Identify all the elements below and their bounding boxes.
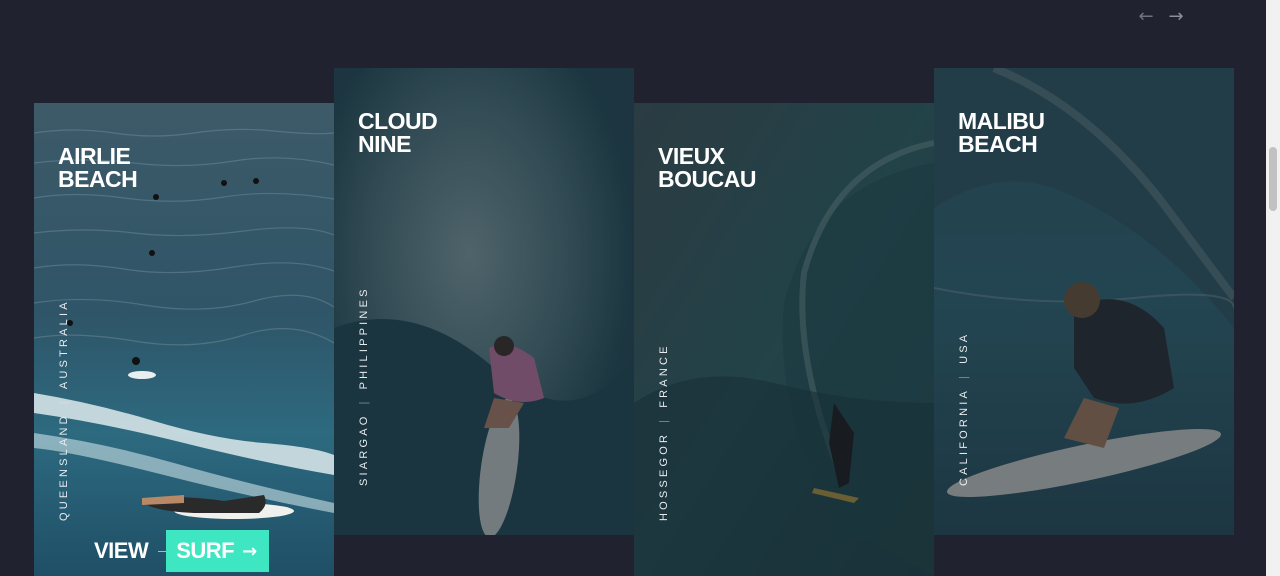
location-region: Siargao: [358, 413, 370, 486]
location-region: California: [958, 387, 970, 486]
surf-label-box: SURF →: [166, 530, 269, 572]
location-separator: |: [958, 372, 970, 379]
card-malibu-beach[interactable]: MALIBU BEACH California | USA: [934, 68, 1234, 535]
location-region: Hossegor: [658, 431, 670, 521]
carousel-nav: ← →: [1136, 6, 1186, 27]
location-country: Australia: [58, 299, 70, 390]
card-airlie-beach[interactable]: AIRLIE BEACH Queensland | Australia VIEW S…: [34, 103, 334, 576]
arrow-right-icon[interactable]: →: [1166, 6, 1186, 27]
connector-line: [158, 550, 167, 552]
location-country: USA: [958, 331, 970, 364]
location-region: Queensland: [58, 413, 70, 521]
arrow-right-icon: →: [242, 540, 257, 562]
arrow-left-icon[interactable]: ←: [1136, 6, 1156, 27]
card-cloud-nine[interactable]: CLOUD NINE Siargao | Philippines: [334, 68, 634, 535]
card-vieux-boucau[interactable]: VIEUX BOUCAU Hossegor | France: [634, 103, 934, 576]
location-separator: |: [358, 398, 370, 405]
card-location: Hossegor | France: [658, 343, 670, 521]
card-location: Queensland | Australia: [58, 299, 70, 521]
surf-label: SURF: [176, 538, 235, 563]
location-separator: |: [658, 416, 670, 423]
location-country: Philippines: [358, 286, 370, 390]
card-title: MALIBU BEACH: [958, 108, 1045, 157]
card-title: CLOUD NINE: [358, 108, 438, 157]
card-title: VIEUX BOUCAU: [658, 143, 756, 192]
view-surf-button[interactable]: VIEW SURF →: [94, 530, 269, 572]
card-location: Siargao | Philippines: [358, 286, 370, 486]
page: ← → AIRLIE BEACH QUEENSLAND|AUSTRALIA VI…: [0, 0, 1280, 576]
card-title: AIRLIE BEACH: [58, 143, 138, 192]
card-location: California | USA: [958, 332, 970, 486]
location-country: France: [658, 343, 670, 408]
view-label: VIEW: [94, 538, 149, 563]
page-scrollbar[interactable]: [1266, 0, 1280, 576]
location-separator: |: [58, 398, 70, 405]
scrollbar-thumb[interactable]: [1269, 147, 1277, 211]
